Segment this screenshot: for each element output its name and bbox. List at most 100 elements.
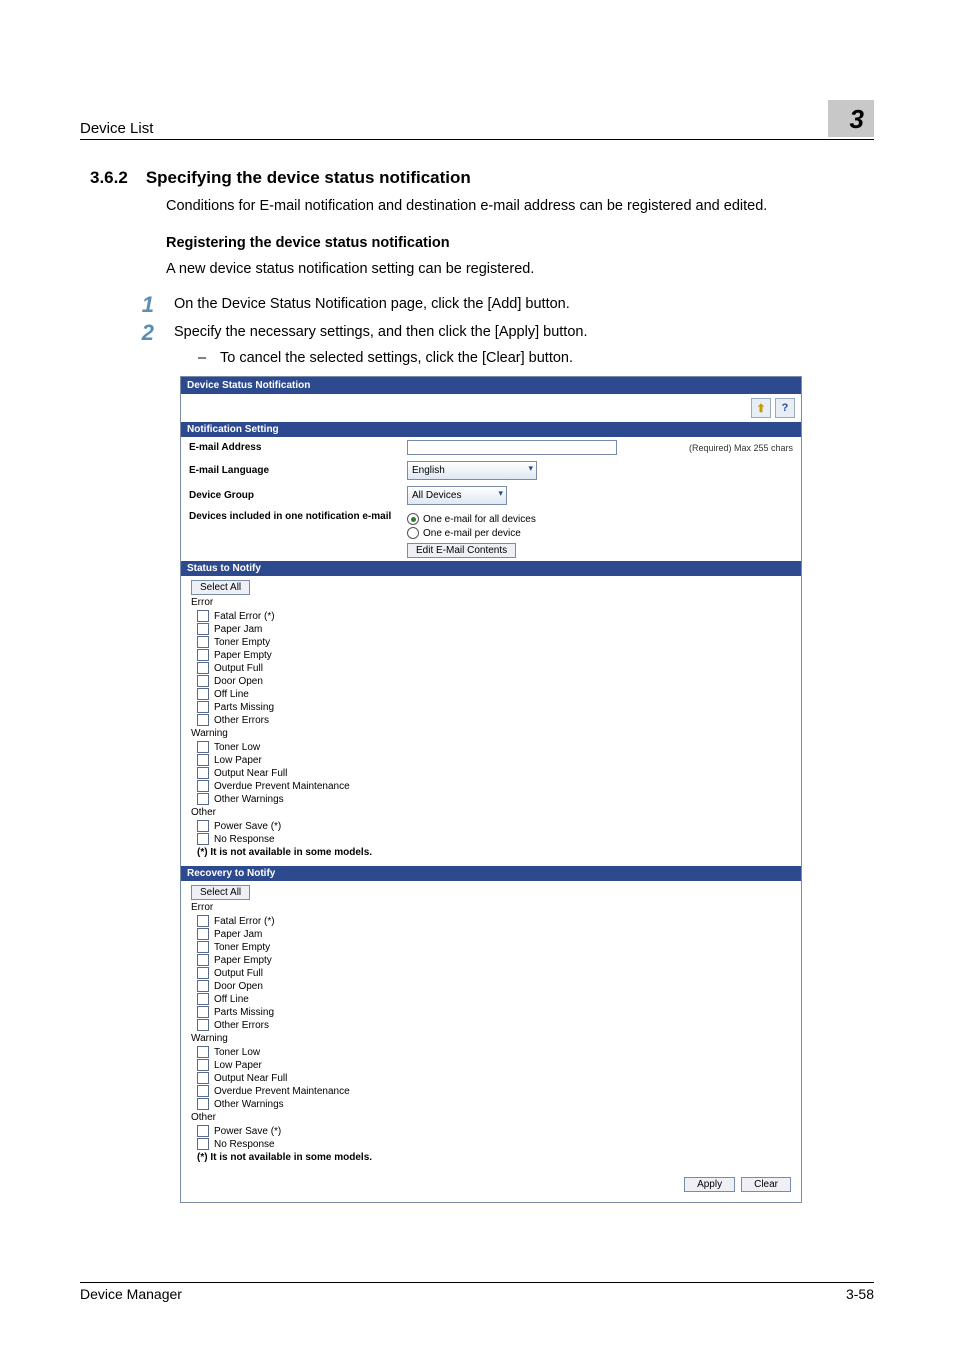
subsection-intro: A new device status notification setting… <box>166 259 864 280</box>
checkbox-row[interactable]: No Response <box>197 833 793 845</box>
label-device-group: Device Group <box>189 490 399 501</box>
device-group-select[interactable]: All Devices <box>407 486 507 505</box>
radio-one-email-all[interactable]: One e-mail for all devices <box>407 513 536 525</box>
checkbox-icon <box>197 1046 209 1058</box>
checkbox-icon <box>197 767 209 779</box>
checkbox-row[interactable]: Overdue Prevent Maintenance <box>197 780 793 792</box>
page-footer: Device Manager 3-58 <box>80 1282 874 1302</box>
checkbox-icon <box>197 980 209 992</box>
checkbox-row[interactable]: Toner Empty <box>197 636 793 648</box>
checkbox-row[interactable]: Paper Jam <box>197 928 793 940</box>
clear-button[interactable]: Clear <box>741 1177 791 1192</box>
checkbox-icon <box>197 688 209 700</box>
help-icon[interactable]: ? <box>775 398 795 418</box>
checkbox-label: Output Full <box>214 968 263 979</box>
checkbox-label: Parts Missing <box>214 702 274 713</box>
checkbox-row[interactable]: Fatal Error (*) <box>197 610 793 622</box>
checkbox-label: Output Near Full <box>214 768 287 779</box>
row-device-group: Device Group All Devices <box>181 483 801 508</box>
checkbox-row[interactable]: Toner Empty <box>197 941 793 953</box>
step-sub-bullet: – To cancel the selected settings, click… <box>198 350 864 366</box>
checkbox-row[interactable]: Toner Low <box>197 1046 793 1058</box>
checkbox-icon <box>197 662 209 674</box>
checkbox-row[interactable]: Output Full <box>197 662 793 674</box>
section-notification-setting: Notification Setting <box>181 422 801 437</box>
checkbox-row[interactable]: Other Warnings <box>197 793 793 805</box>
select-all-button[interactable]: Select All <box>191 885 250 900</box>
recovery-other-items: Power Save (*) No Response <box>191 1125 793 1150</box>
radio-group: One e-mail for all devices One e-mail pe… <box>407 511 536 558</box>
intro-text: Conditions for E-mail notification and d… <box>166 196 864 217</box>
step-number: 2 <box>138 322 154 344</box>
checkbox-label: Fatal Error (*) <box>214 611 275 622</box>
checkbox-label: Power Save (*) <box>214 1126 281 1137</box>
checkbox-label: Paper Empty <box>214 650 272 661</box>
edit-email-contents-button[interactable]: Edit E-Mail Contents <box>407 543 516 558</box>
checkbox-label: Output Near Full <box>214 1073 287 1084</box>
checkbox-label: Fatal Error (*) <box>214 916 275 927</box>
radio-one-email-per-device[interactable]: One e-mail per device <box>407 527 536 539</box>
section-title: Specifying the device status notificatio… <box>146 168 471 188</box>
select-all-button[interactable]: Select All <box>191 580 250 595</box>
checkbox-row[interactable]: No Response <box>197 1138 793 1150</box>
checkbox-row[interactable]: Low Paper <box>197 1059 793 1071</box>
checkbox-row[interactable]: Paper Empty <box>197 649 793 661</box>
subsection-heading: Registering the device status notificati… <box>166 235 864 251</box>
checkbox-row[interactable]: Power Save (*) <box>197 820 793 832</box>
dialog-top-icons: ⬆ ? <box>181 394 801 422</box>
checkbox-label: Low Paper <box>214 755 262 766</box>
checkbox-row[interactable]: Parts Missing <box>197 1006 793 1018</box>
checkbox-label: No Response <box>214 1139 275 1150</box>
availability-note: (*) It is not available in some models. <box>197 847 793 858</box>
apply-button[interactable]: Apply <box>684 1177 735 1192</box>
checkbox-label: Door Open <box>214 676 263 687</box>
checkbox-row[interactable]: Parts Missing <box>197 701 793 713</box>
checkbox-row[interactable]: Output Full <box>197 967 793 979</box>
radio-dot-icon <box>407 527 419 539</box>
checkbox-label: Toner Empty <box>214 942 270 953</box>
checkbox-row[interactable]: Low Paper <box>197 754 793 766</box>
checkbox-row[interactable]: Off Line <box>197 993 793 1005</box>
checkbox-row[interactable]: Door Open <box>197 675 793 687</box>
label-email-address: E-mail Address <box>189 442 399 453</box>
checkbox-label: Toner Low <box>214 742 260 753</box>
checkbox-icon <box>197 1006 209 1018</box>
checkbox-row[interactable]: Overdue Prevent Maintenance <box>197 1085 793 1097</box>
checkbox-row[interactable]: Door Open <box>197 980 793 992</box>
email-address-input[interactable] <box>407 440 617 455</box>
status-list: Select All Error Fatal Error (*) Paper Ja… <box>181 576 801 866</box>
checkbox-icon <box>197 1098 209 1110</box>
checkbox-row[interactable]: Toner Low <box>197 741 793 753</box>
checkbox-row[interactable]: Output Near Full <box>197 1072 793 1084</box>
checkbox-row[interactable]: Fatal Error (*) <box>197 915 793 927</box>
radio-label: One e-mail for all devices <box>423 514 536 525</box>
checkbox-row[interactable]: Other Errors <box>197 714 793 726</box>
radio-dot-icon <box>407 513 419 525</box>
checkbox-row[interactable]: Power Save (*) <box>197 1125 793 1137</box>
checkbox-row[interactable]: Other Warnings <box>197 1098 793 1110</box>
recovery-error-items: Fatal Error (*)Paper Jam Toner Empty Paper… <box>191 915 793 1031</box>
up-icon[interactable]: ⬆ <box>751 398 771 418</box>
checkbox-label: Power Save (*) <box>214 821 281 832</box>
checkbox-row[interactable]: Other Errors <box>197 1019 793 1031</box>
header-title: Device List <box>80 120 153 137</box>
email-language-select[interactable]: English <box>407 461 537 480</box>
checkbox-label: Other Errors <box>214 1020 269 1031</box>
checkbox-row[interactable]: Off Line <box>197 688 793 700</box>
row-devices-included: Devices included in one notification e-m… <box>181 508 801 561</box>
checkbox-icon <box>197 754 209 766</box>
step-number: 1 <box>138 294 154 316</box>
checkbox-label: Paper Jam <box>214 624 262 635</box>
group-warning: Warning <box>191 728 793 739</box>
checkbox-row[interactable]: Paper Jam <box>197 623 793 635</box>
checkbox-icon <box>197 954 209 966</box>
checkbox-icon <box>197 610 209 622</box>
checkbox-label: Paper Empty <box>214 955 272 966</box>
footer-left: Device Manager <box>80 1286 182 1302</box>
checkbox-row[interactable]: Output Near Full <box>197 767 793 779</box>
group-error: Error <box>191 597 793 608</box>
checkbox-icon <box>197 649 209 661</box>
checkbox-row[interactable]: Paper Empty <box>197 954 793 966</box>
checkbox-icon <box>197 793 209 805</box>
checkbox-label: Toner Low <box>214 1047 260 1058</box>
